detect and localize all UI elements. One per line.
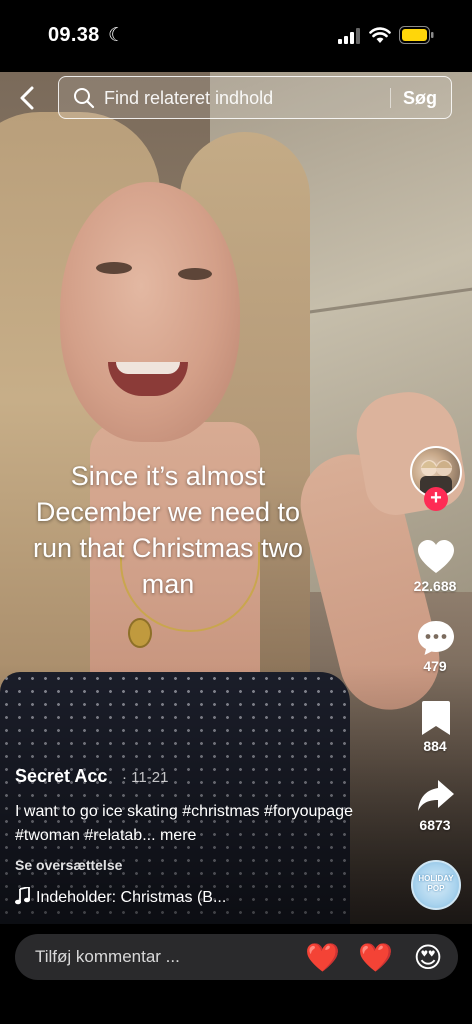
save-count: 884 [423, 738, 447, 754]
heart-icon[interactable] [416, 538, 456, 578]
battery-icon [399, 26, 434, 44]
video-text-overlay: Since it’s almost December we need to ru… [32, 461, 304, 599]
like-count: 22.688 [413, 578, 457, 594]
music-disc-label: HOLIDAY POP [418, 874, 454, 893]
post-caption[interactable]: I want to go ice skating #christmas #for… [15, 800, 375, 848]
back-arrow-icon[interactable] [14, 84, 42, 112]
search-divider [390, 88, 391, 108]
moon-icon: ☾ [108, 25, 126, 46]
post-date: · 11-21 [122, 769, 169, 786]
quick-reaction-heart-button[interactable]: ❤️ [305, 941, 340, 975]
search-placeholder: Find relateret indhold [104, 88, 274, 108]
video-subject-teeth [116, 362, 180, 374]
video-subject-pendant [128, 618, 152, 648]
sound-link[interactable]: Indeholder: Christmas (B... [15, 887, 226, 907]
music-note-icon [15, 887, 30, 905]
creator-username[interactable]: Secret Acc [15, 766, 107, 787]
video-subject-eye [96, 262, 132, 274]
follow-plus-button[interactable]: + [424, 487, 448, 511]
share-icon[interactable] [416, 776, 456, 816]
bookmark-icon[interactable] [416, 698, 456, 738]
wifi-icon [369, 27, 391, 43]
music-disc[interactable]: HOLIDAY POP [411, 860, 461, 910]
search-button[interactable]: Søg [403, 88, 437, 109]
comment-count: 479 [423, 658, 447, 674]
comment-placeholder: Tilføj kommentar ... [35, 947, 180, 966]
see-translation-link[interactable]: Se oversættelse [15, 857, 122, 873]
search-input[interactable]: Find relateret indhold Søg [58, 76, 452, 119]
comment-bar: Tilføj kommentar ... ❤️ ❤️ 😍 [0, 924, 472, 1024]
status-time: 09.38 [48, 24, 100, 46]
comment-icon[interactable] [416, 618, 456, 658]
comment-input[interactable]: Tilføj kommentar ... ❤️ ❤️ 😍 [15, 934, 458, 980]
search-icon [74, 88, 95, 109]
signal-icon [338, 28, 360, 44]
quick-reaction-heart-button[interactable]: ❤️ [358, 941, 393, 975]
sound-label: Indeholder: Christmas (B... [36, 889, 227, 906]
video-bottom-shade [0, 664, 472, 924]
quick-reaction-heart-eyes-button[interactable]: 😍 [411, 941, 445, 975]
video-subject-eye [178, 268, 212, 280]
video-subject-face [60, 182, 240, 442]
share-count: 6873 [419, 817, 451, 833]
status-bar: 09.38 ☾ [0, 0, 472, 72]
